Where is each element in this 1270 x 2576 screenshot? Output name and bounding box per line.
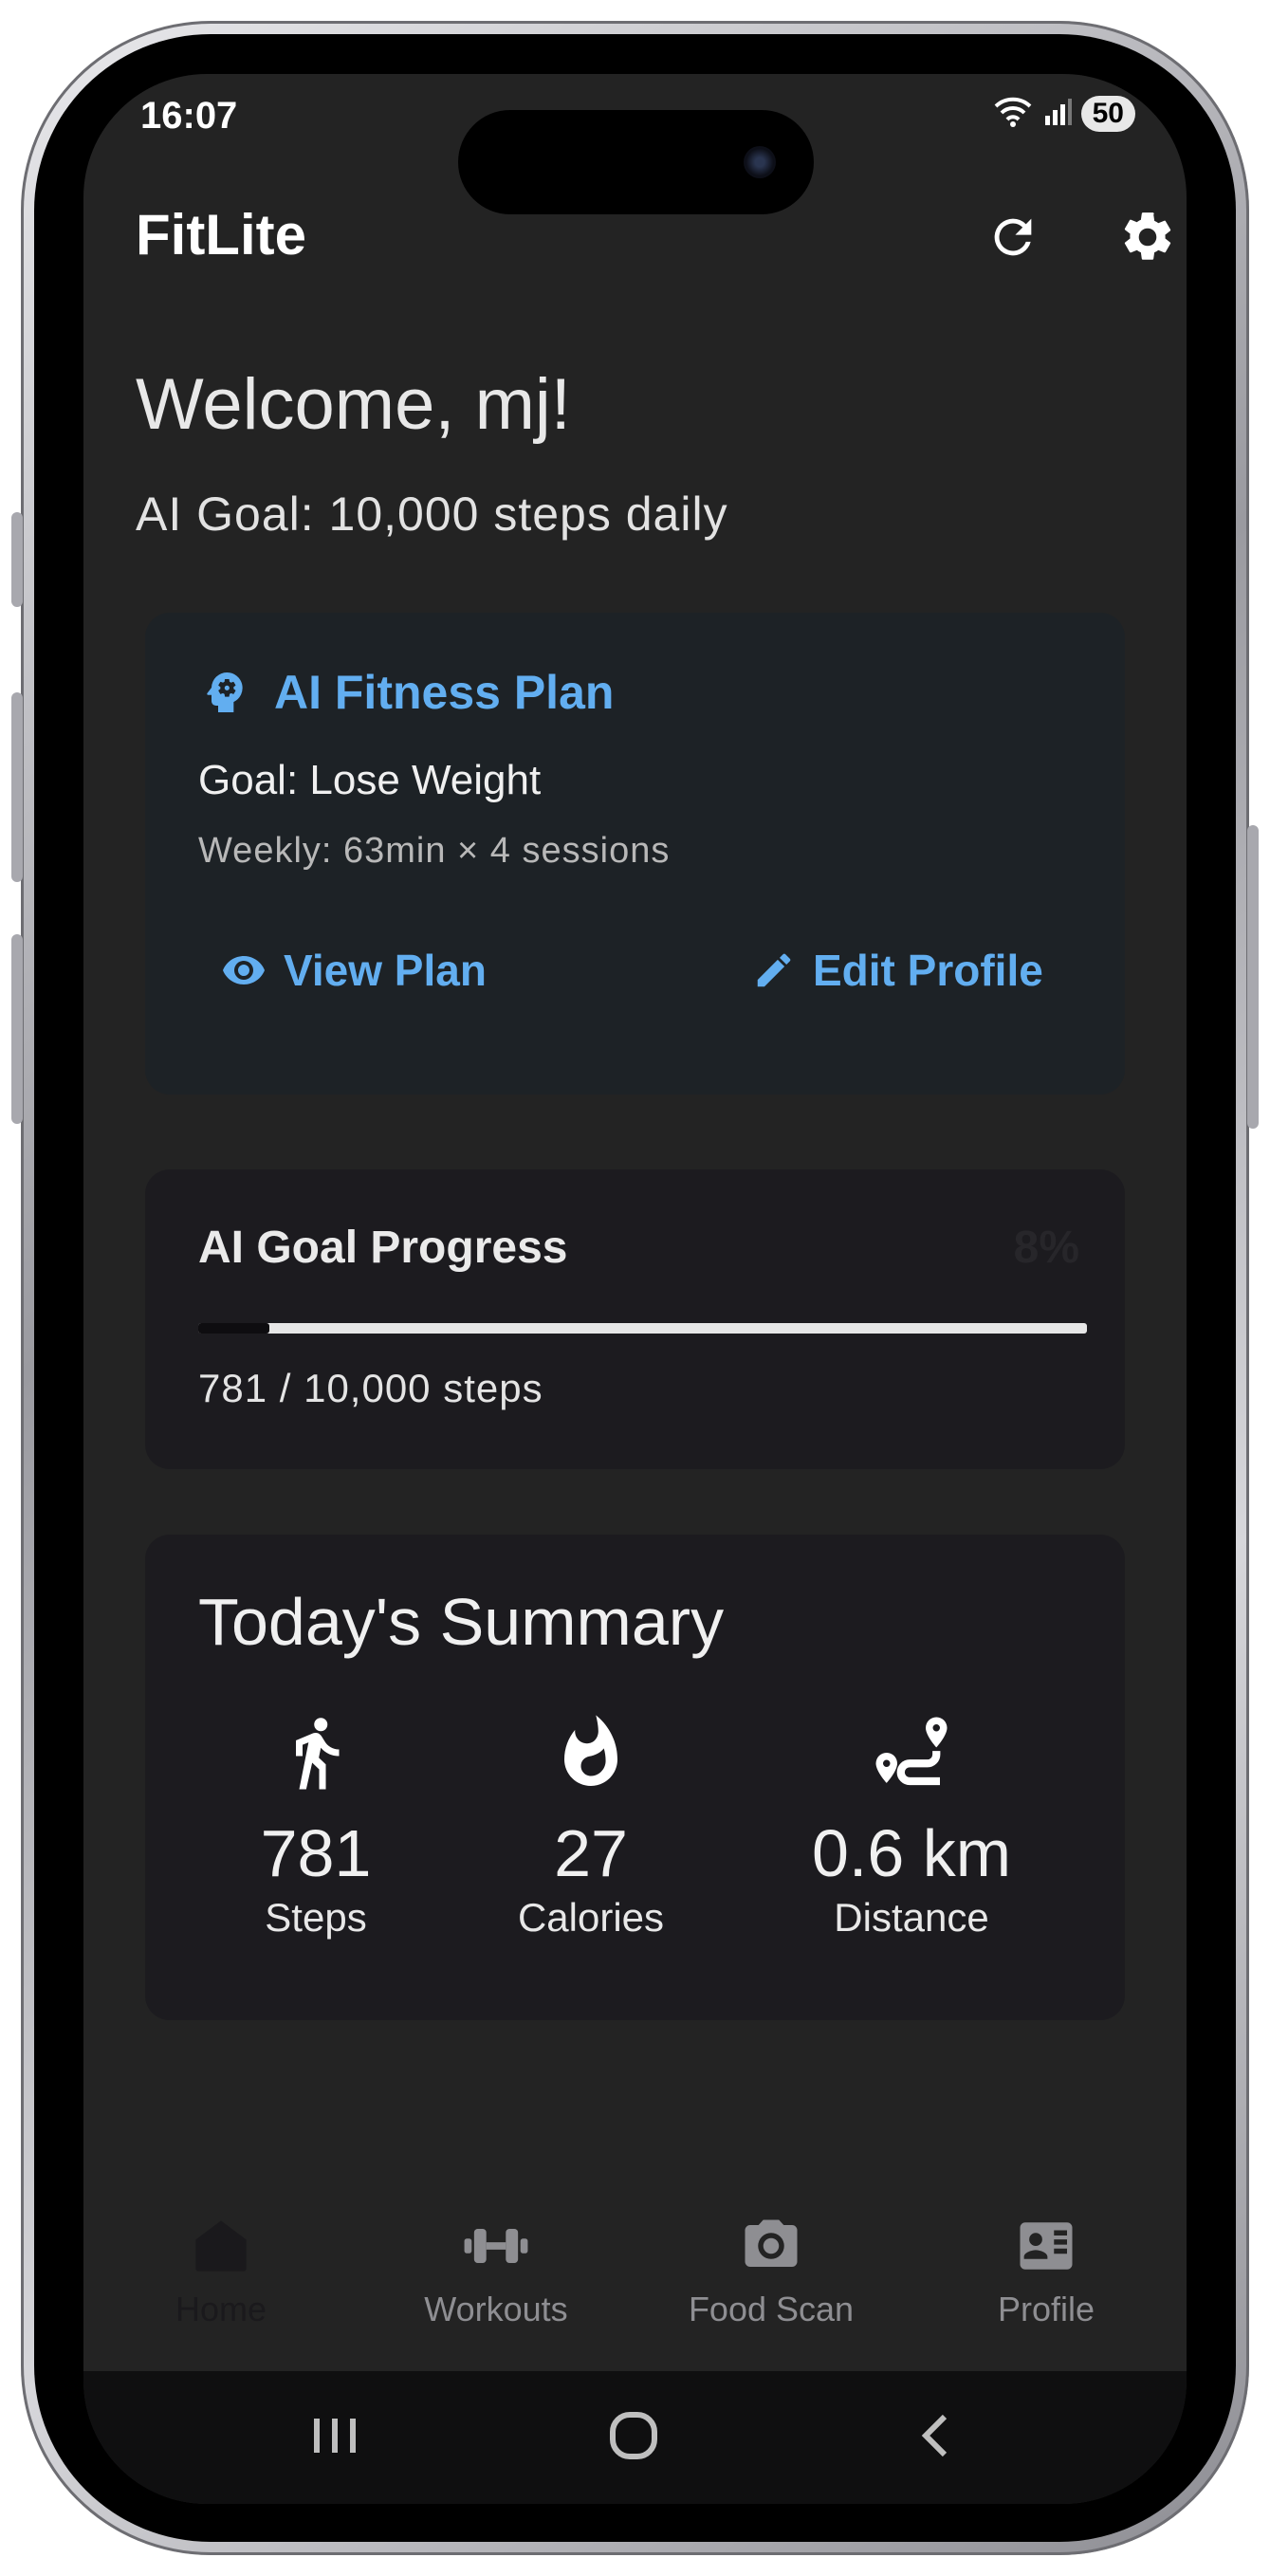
welcome-heading: Welcome, mj! — [136, 364, 571, 445]
home-icon — [195, 2220, 247, 2272]
eye-icon — [223, 956, 265, 984]
stat-distance-label: Distance — [834, 1895, 989, 1940]
settings-button[interactable] — [1110, 199, 1186, 275]
stat-distance-value: 0.6 km — [811, 1816, 1012, 1890]
todays-summary-card: Today's Summary 781 Steps 27 Calories 0.… — [145, 1535, 1125, 2020]
dynamic-island — [458, 110, 814, 214]
goal-subtitle: AI Goal: 10,000 steps daily — [136, 488, 728, 541]
dumbbell-icon — [464, 2229, 528, 2263]
stat-steps: 781 Steps — [174, 1705, 458, 1941]
action-button — [11, 512, 23, 607]
plan-goal: Goal: Lose Weight — [198, 757, 542, 803]
brain-head-icon — [207, 672, 243, 712]
front-camera — [744, 146, 776, 178]
system-navigation-bar — [83, 2371, 1187, 2504]
back-button[interactable] — [909, 2407, 966, 2469]
progress-steps: 781 / 10,000 steps — [198, 1366, 543, 1410]
edit-profile-label: Edit Profile — [813, 946, 1043, 995]
recent-apps-icon — [314, 2419, 356, 2453]
plan-card-title: AI Fitness Plan — [274, 666, 615, 719]
nav-profile-label: Profile — [997, 2290, 1095, 2328]
wifi-icon — [992, 95, 1034, 132]
refresh-icon — [994, 218, 1032, 256]
nav-food-scan[interactable]: Food Scan — [634, 2208, 909, 2329]
pencil-icon — [757, 953, 791, 987]
progress-bar-fill — [198, 1323, 269, 1334]
nav-workouts[interactable]: Workouts — [359, 2208, 634, 2329]
volume-up-button — [11, 692, 23, 882]
nav-food-scan-label: Food Scan — [688, 2290, 855, 2328]
status-icons: 50 — [992, 95, 1135, 132]
gear-icon — [1124, 212, 1171, 260]
app-title: FitLite — [136, 203, 306, 267]
summary-title: Today's Summary — [198, 1585, 725, 1659]
stat-calories: 27 Calories — [449, 1705, 733, 1941]
progress-percent: 8% — [1013, 1223, 1079, 1273]
stat-steps-label: Steps — [265, 1895, 367, 1940]
stat-distance: 0.6 km Distance — [769, 1705, 1054, 1941]
volume-down-button — [11, 934, 23, 1124]
nav-profile[interactable]: Profile — [909, 2208, 1184, 2329]
edit-profile-button[interactable]: Edit Profile — [752, 945, 1043, 996]
walking-icon — [296, 1718, 340, 1790]
recent-apps-button[interactable] — [306, 2407, 363, 2469]
power-button — [1247, 825, 1259, 1129]
plan-card-header: AI Fitness Plan — [198, 665, 614, 720]
route-icon — [875, 1717, 948, 1786]
flame-icon — [564, 1715, 617, 1786]
bottom-navigation: Home Workouts Food Scan Profile — [83, 2208, 1187, 2371]
stat-calories-label: Calories — [517, 1895, 665, 1940]
view-plan-button[interactable]: View Plan — [221, 945, 487, 996]
progress-title: AI Goal Progress — [198, 1223, 568, 1273]
battery-indicator: 50 — [1080, 95, 1135, 132]
plan-weekly-schedule: Weekly: 63min × 4 sessions — [198, 831, 671, 871]
progress-bar — [198, 1323, 1087, 1334]
id-card-icon — [1020, 2222, 1073, 2270]
stat-steps-value: 781 — [260, 1816, 372, 1890]
goal-progress-card: AI Goal Progress 8% 781 / 10,000 steps — [145, 1169, 1125, 1469]
status-time: 16:07 — [140, 95, 238, 137]
home-circle-icon — [610, 2412, 657, 2459]
refresh-button[interactable] — [975, 199, 1051, 275]
view-plan-label: View Plan — [284, 946, 487, 995]
home-system-button[interactable] — [605, 2407, 662, 2469]
nav-home[interactable]: Home — [83, 2208, 359, 2329]
nav-home-label: Home — [175, 2290, 267, 2328]
nav-workouts-label: Workouts — [424, 2290, 568, 2328]
stat-calories-value: 27 — [554, 1816, 628, 1890]
back-chevron-icon — [921, 2414, 948, 2457]
signal-icon — [1043, 97, 1072, 130]
app-screen: 16:07 50 FitLite Welcome, mj! AI Goal: 1… — [83, 74, 1187, 2504]
camera-icon — [745, 2219, 798, 2267]
fitness-plan-card: AI Fitness Plan Goal: Lose Weight Weekly… — [145, 613, 1125, 1095]
